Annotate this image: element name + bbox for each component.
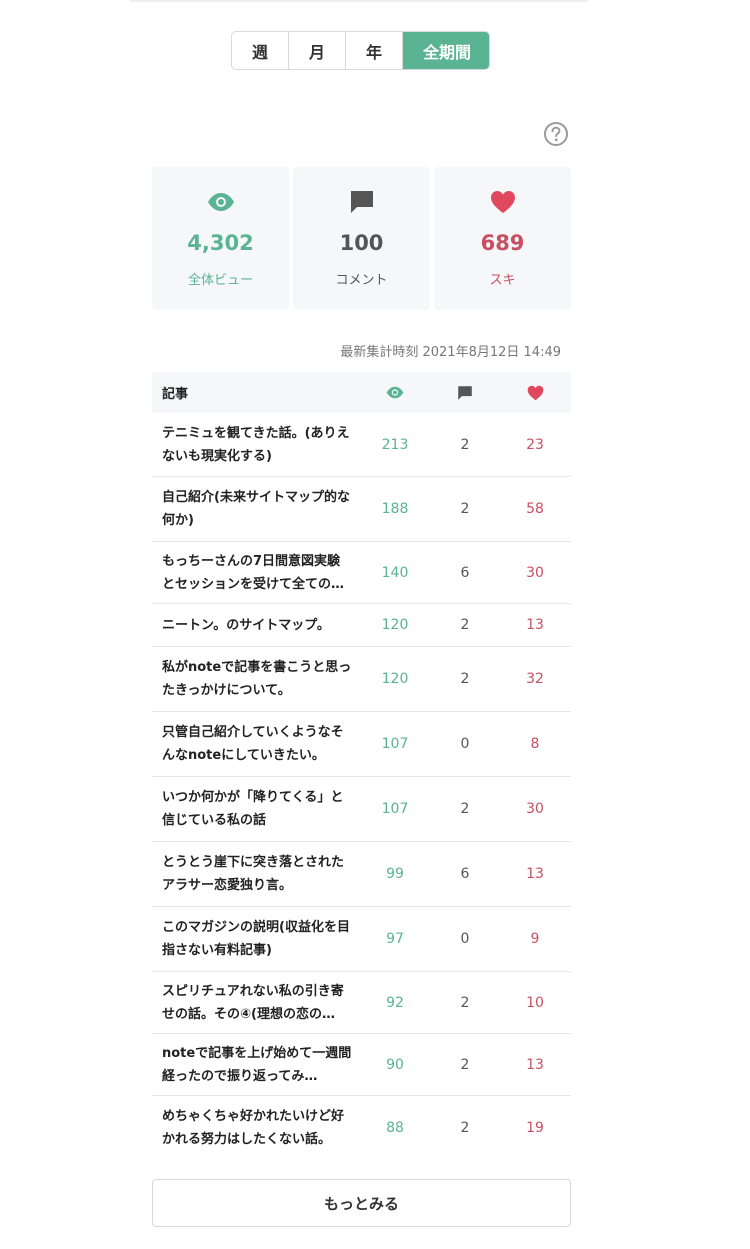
header-article: 記事 [162,387,189,402]
comments-total: 100 [339,231,384,255]
article-title[interactable]: とうとう崖下に突き落とされたアラサー恋愛独り言。 [152,851,360,897]
article-comments: 6 [460,866,470,882]
views-card: 4,302 全体ビュー [152,167,289,310]
table-row[interactable]: ニートン。のサイトマップ。 120 2 13 [152,604,571,647]
article-likes: 30 [526,801,544,817]
speech-bubble-icon [458,385,472,400]
article-likes: 30 [526,564,544,581]
article-views: 90 [386,1056,404,1073]
table-row[interactable]: 只管自己紹介していくようなそんなnoteにしていきたい。 107 0 8 [152,712,571,777]
article-title[interactable]: スピリチュアれない私の引き寄せの話。その④(理想の恋の… [152,980,360,1026]
article-title[interactable]: noteで記事を上げ始めて一週間経ったので振り返ってみ… [152,1042,360,1088]
tab-year[interactable]: 年 [346,32,403,69]
article-title[interactable]: 自己紹介(未来サイトマップ的な何か) [152,486,360,532]
last-updated: 最新集計時刻 2021年8月12日 14:49 [340,345,561,360]
article-likes: 13 [526,617,544,633]
article-likes: 19 [526,1120,544,1136]
article-title[interactable]: テニミュを観てきた話。(ありえないも現実化する) [152,422,360,468]
article-views: 92 [386,994,404,1011]
header-likes [500,385,570,401]
article-title[interactable]: いつか何かが「降りてくる」と信じている私の話 [152,786,360,832]
heart-icon [527,385,543,400]
article-views: 140 [381,564,409,581]
heart-icon [488,187,518,217]
article-title[interactable]: ニートン。のサイトマップ。 [152,614,360,637]
article-views: 213 [381,436,409,453]
comments-label: コメント [335,273,388,288]
article-likes: 8 [530,736,540,752]
table-row[interactable]: スピリチュアれない私の引き寄せの話。その④(理想の恋の… 92 2 10 [152,972,571,1034]
article-title[interactable]: もっちーさんの7日間意図実験とセッションを受けて全ての… [152,550,360,596]
article-views: 99 [386,866,404,882]
article-comments: 2 [460,1120,470,1136]
table-row[interactable]: 自己紹介(未来サイトマップ的な何か) 188 2 58 [152,477,571,542]
article-title[interactable]: 只管自己紹介していくようなそんなnoteにしていきたい。 [152,721,360,767]
article-likes: 32 [526,671,544,687]
article-views: 120 [381,617,409,633]
article-views: 120 [381,671,409,687]
article-likes: 9 [530,931,540,947]
likes-total: 689 [480,231,525,255]
header-views [360,386,430,399]
article-title[interactable]: 私がnoteで記事を書こうと思ったきっかけについて。 [152,656,360,702]
article-comments: 2 [460,1056,470,1073]
article-title[interactable]: このマガジンの説明(収益化を目指さない有料記事) [152,916,360,962]
article-comments: 0 [460,736,470,752]
article-views: 107 [381,801,409,817]
summary-cards: 4,302 全体ビュー 100 コメント 689 スキ [152,167,571,310]
article-comments: 6 [460,564,470,581]
table-row[interactable]: とうとう崖下に突き落とされたアラサー恋愛独り言。 99 6 13 [152,842,571,907]
article-comments: 2 [460,436,470,453]
show-more-button[interactable]: もっとみる [152,1179,571,1227]
likes-card: 689 スキ [434,167,571,310]
header-comments [430,385,500,401]
article-views: 97 [386,931,404,947]
article-views: 188 [381,501,409,517]
period-tabs: 週 月 年 全期間 [231,31,490,70]
article-comments: 2 [460,671,470,687]
comments-card: 100 コメント [293,167,430,310]
tab-month[interactable]: 月 [289,32,346,69]
article-likes: 13 [526,1056,544,1073]
article-comments: 2 [460,501,470,517]
article-likes: 10 [526,994,544,1011]
article-likes: 58 [526,501,544,517]
article-title[interactable]: めちゃくちゃ好かれたいけど好かれる努力はしたくない話。 [152,1105,360,1151]
table-row[interactable]: 私がnoteで記事を書こうと思ったきっかけについて。 120 2 32 [152,647,571,712]
eye-icon [386,386,404,399]
table-row[interactable]: めちゃくちゃ好かれたいけど好かれる努力はしたくない話。 88 2 19 [152,1096,571,1160]
article-stats-table: 記事 テニミュを観てきた話。(ありえないも現実化する) 213 2 23 自己紹… [152,372,571,1160]
table-row[interactable]: もっちーさんの7日間意図実験とセッションを受けて全ての… 140 6 30 [152,542,571,604]
likes-label: スキ [489,273,516,288]
table-row[interactable]: このマガジンの説明(収益化を目指さない有料記事) 97 0 9 [152,907,571,972]
article-likes: 23 [526,436,544,453]
views-total: 4,302 [187,231,254,255]
help-circle-icon[interactable] [543,121,569,147]
tab-week[interactable]: 週 [232,32,289,69]
article-likes: 13 [526,866,544,882]
views-label: 全体ビュー [187,273,253,288]
article-views: 107 [381,736,409,752]
top-divider [130,0,588,2]
eye-icon [206,187,236,217]
table-row[interactable]: noteで記事を上げ始めて一週間経ったので振り返ってみ… 90 2 13 [152,1034,571,1096]
table-row[interactable]: いつか何かが「降りてくる」と信じている私の話 107 2 30 [152,777,571,842]
article-comments: 2 [460,617,470,633]
article-views: 88 [386,1120,404,1136]
table-row[interactable]: テニミュを観てきた話。(ありえないも現実化する) 213 2 23 [152,413,571,477]
article-comments: 2 [460,801,470,817]
tab-all-time[interactable]: 全期間 [403,32,489,69]
article-comments: 2 [460,994,470,1011]
article-comments: 0 [460,931,470,947]
table-header: 記事 [152,372,571,413]
speech-bubble-icon [347,187,377,217]
